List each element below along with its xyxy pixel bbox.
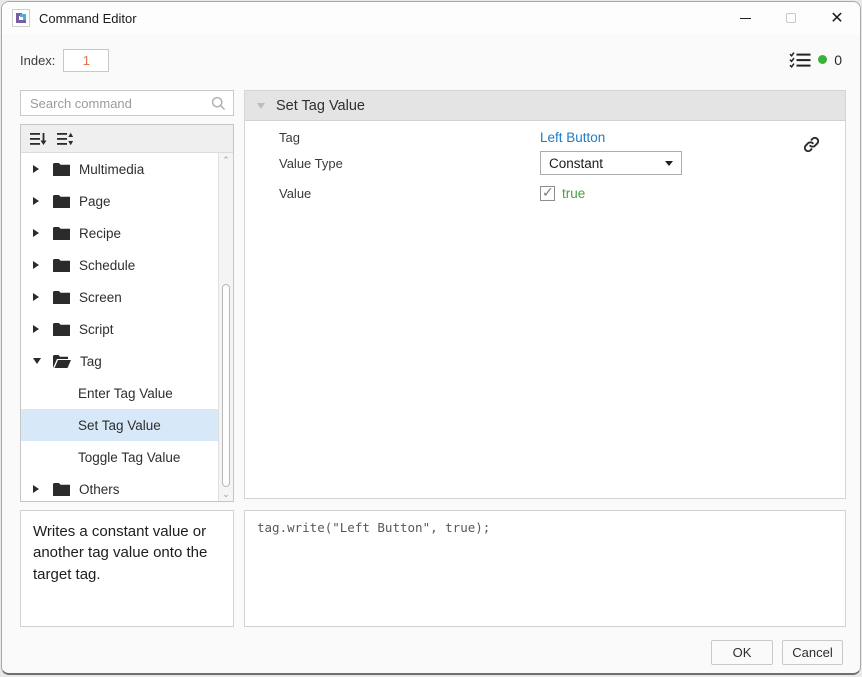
- command-editor-window: Command Editor ✕ Index: 0: [1, 1, 861, 675]
- command-count: 0: [834, 52, 842, 68]
- tree-item-label: Screen: [79, 290, 122, 305]
- titlebar: Command Editor ✕: [2, 2, 860, 34]
- expand-collapse-icon[interactable]: [57, 132, 74, 146]
- dropdown-arrow-icon: [665, 161, 673, 166]
- tree-item-label: Page: [79, 194, 111, 209]
- folder-open-icon: [53, 355, 71, 368]
- command-tree: Multimedia Page Recipe: [20, 124, 234, 502]
- folder-icon: [53, 195, 70, 208]
- index-row: Index:: [20, 49, 109, 72]
- section-header[interactable]: Set Tag Value: [245, 91, 845, 121]
- tree-item-script[interactable]: Script: [21, 313, 218, 345]
- close-button[interactable]: ✕: [814, 2, 860, 34]
- scroll-down-icon[interactable]: ⌄: [219, 488, 233, 500]
- window-title: Command Editor: [39, 11, 137, 26]
- minimize-button[interactable]: [722, 2, 768, 34]
- folder-icon: [53, 291, 70, 304]
- search-box: [20, 90, 234, 116]
- code-preview: tag.write("Left Button", true);: [244, 510, 846, 627]
- tree-item-multimedia[interactable]: Multimedia: [21, 153, 218, 185]
- chevron-right-icon[interactable]: [33, 325, 39, 333]
- status-cluster: 0: [789, 51, 842, 68]
- tree-toolbar: [21, 125, 233, 153]
- value-label: Value: [279, 186, 311, 201]
- tree-item-label: Set Tag Value: [33, 418, 161, 433]
- tree-item-screen[interactable]: Screen: [21, 281, 218, 313]
- tree-item-others[interactable]: Others: [21, 473, 218, 501]
- folder-icon: [53, 259, 70, 272]
- chevron-right-icon[interactable]: [33, 261, 39, 269]
- tree-item-label: Script: [79, 322, 114, 337]
- app-logo-icon: [12, 9, 30, 27]
- search-input[interactable]: [21, 91, 233, 115]
- value-type-selected: Constant: [549, 156, 603, 171]
- tag-label: Tag: [279, 130, 300, 145]
- scroll-up-icon[interactable]: ⌃: [219, 154, 233, 166]
- cancel-button[interactable]: Cancel: [782, 640, 843, 665]
- chevron-right-icon[interactable]: [33, 485, 39, 493]
- right-panel: Set Tag Value Tag Left Button Value Type: [244, 90, 846, 499]
- chevron-right-icon[interactable]: [33, 293, 39, 301]
- left-panel: Multimedia Page Recipe: [20, 90, 234, 116]
- folder-icon: [53, 227, 70, 240]
- collapse-triangle-icon[interactable]: [257, 103, 265, 109]
- tree-item-label: Recipe: [79, 226, 121, 241]
- value-checkbox[interactable]: [540, 186, 555, 201]
- properties-panel: Set Tag Value Tag Left Button Value Type: [244, 90, 846, 499]
- index-input[interactable]: [63, 49, 109, 72]
- ok-button[interactable]: OK: [711, 640, 773, 665]
- tree-item-label: Others: [79, 482, 120, 497]
- scrollbar-thumb[interactable]: [222, 284, 230, 487]
- tag-value-link[interactable]: Left Button: [540, 130, 605, 145]
- chevron-right-icon[interactable]: [33, 229, 39, 237]
- tree-item-toggle-tag-value[interactable]: Toggle Tag Value: [21, 441, 218, 473]
- chevron-right-icon[interactable]: [33, 197, 39, 205]
- maximize-button[interactable]: [768, 2, 814, 34]
- command-description: Writes a constant value or another tag v…: [20, 510, 234, 627]
- tree-item-label: Toggle Tag Value: [33, 450, 180, 465]
- value-checkbox-text: true: [562, 186, 585, 201]
- status-dot-icon: [818, 55, 827, 64]
- tree-item-label: Multimedia: [79, 162, 144, 177]
- value-type-label: Value Type: [279, 156, 343, 171]
- tree-item-label: Tag: [80, 354, 102, 369]
- tree-scrollbar[interactable]: ⌃ ⌄: [218, 153, 233, 501]
- chevron-down-icon[interactable]: [33, 358, 41, 364]
- value-type-dropdown[interactable]: Constant: [540, 151, 682, 175]
- tree-item-set-tag-value[interactable]: Set Tag Value: [21, 409, 218, 441]
- chevron-right-icon[interactable]: [33, 165, 39, 173]
- tree-list: Multimedia Page Recipe: [21, 153, 218, 501]
- folder-icon: [53, 323, 70, 336]
- folder-icon: [53, 483, 70, 496]
- tree-item-page[interactable]: Page: [21, 185, 218, 217]
- collapse-all-icon[interactable]: [30, 132, 47, 146]
- tree-item-label: Schedule: [79, 258, 135, 273]
- section-title: Set Tag Value: [276, 98, 365, 114]
- link-icon[interactable]: [802, 135, 821, 159]
- index-label: Index:: [20, 53, 55, 68]
- tree-item-recipe[interactable]: Recipe: [21, 217, 218, 249]
- command-list-icon[interactable]: [789, 51, 811, 68]
- tree-item-tag[interactable]: Tag: [21, 345, 218, 377]
- tree-item-schedule[interactable]: Schedule: [21, 249, 218, 281]
- tree-item-label: Enter Tag Value: [33, 386, 173, 401]
- search-icon: [211, 96, 226, 116]
- folder-icon: [53, 163, 70, 176]
- tree-item-enter-tag-value[interactable]: Enter Tag Value: [21, 377, 218, 409]
